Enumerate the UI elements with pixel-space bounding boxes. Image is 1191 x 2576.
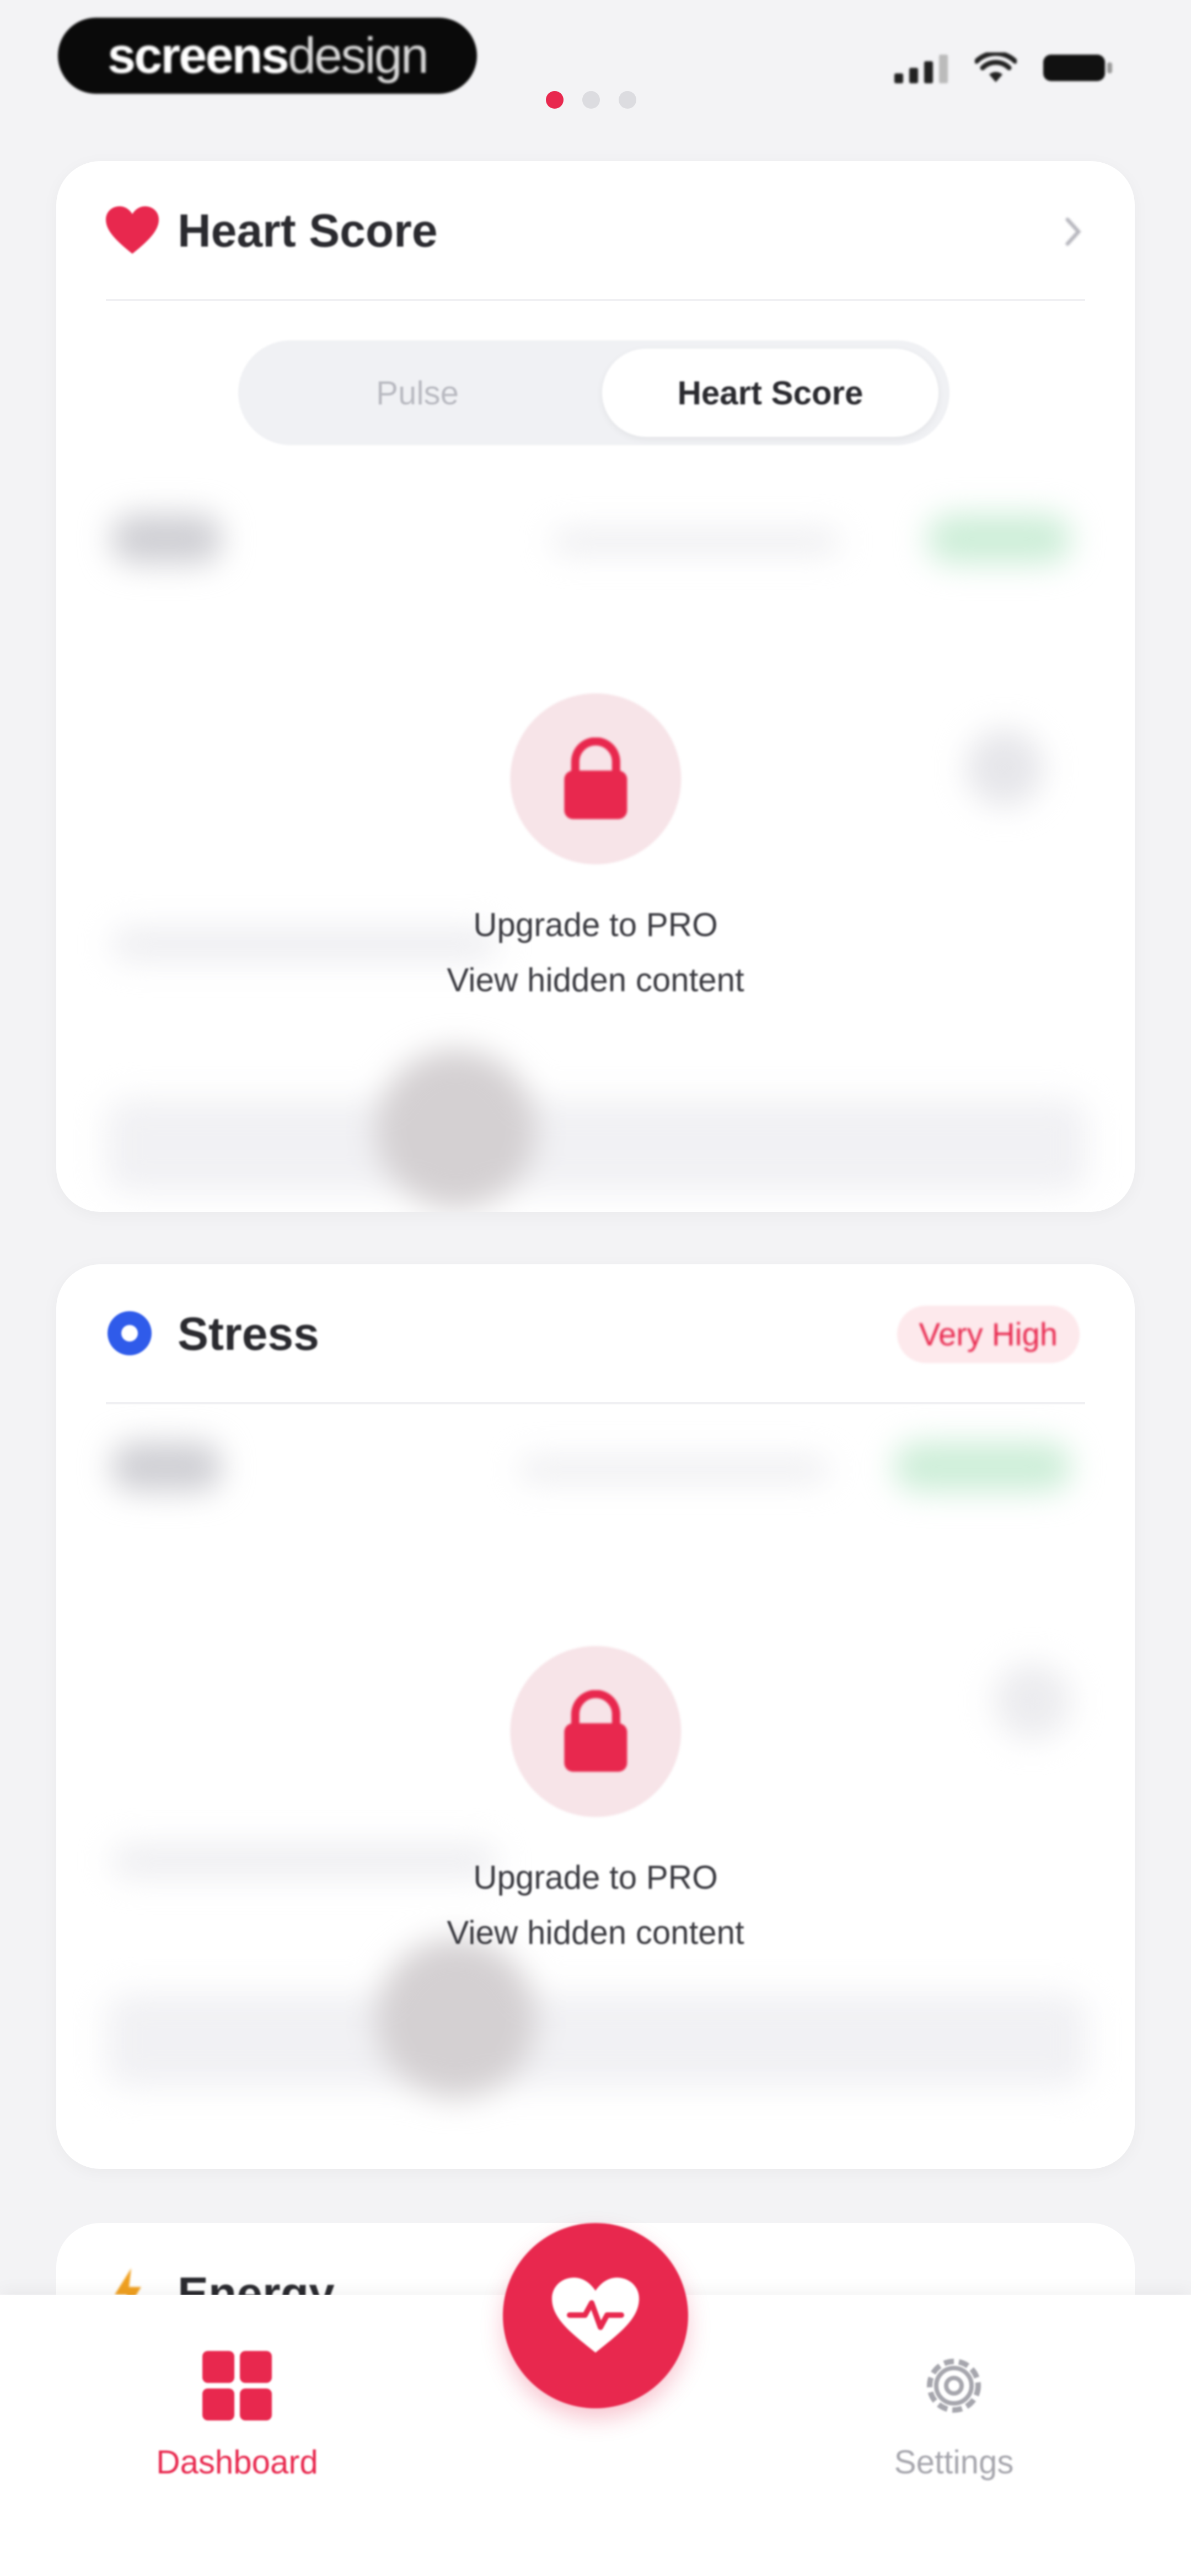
stress-level-badge: Very High <box>897 1306 1080 1363</box>
stress-dot-icon <box>108 1311 152 1355</box>
tab-settings-label: Settings <box>894 2444 1014 2481</box>
segment-heart-score[interactable]: Heart Score <box>602 349 938 437</box>
page-dot-3[interactable] <box>619 91 636 109</box>
gear-icon <box>927 2359 981 2413</box>
heart-score-card: Heart Score Pulse Heart Score Upgrade to… <box>56 161 1135 1212</box>
stress-header[interactable]: Stress Very High <box>56 1264 1135 1408</box>
chevron-right-icon[interactable] <box>1062 215 1084 248</box>
lock-badge <box>509 1646 681 1817</box>
tab-dashboard[interactable]: Dashboard <box>132 2350 342 2481</box>
page-dot-1[interactable] <box>546 91 564 109</box>
tab-dashboard-label: Dashboard <box>156 2444 318 2481</box>
header-divider <box>106 299 1085 301</box>
stress-hidden-content[interactable]: Upgrade to PRO View hidden content <box>56 1409 1135 2169</box>
stress-divider <box>106 1402 1085 1404</box>
lock-badge <box>509 693 681 864</box>
tab-settings[interactable]: Settings <box>849 2350 1059 2481</box>
measure-heart-button[interactable] <box>503 2223 688 2408</box>
status-bar: screens design <box>0 0 1191 165</box>
lock-icon <box>564 737 627 819</box>
upgrade-line-1: Upgrade to PRO <box>473 1859 718 1896</box>
signal-icon <box>894 55 948 83</box>
heart-hidden-content[interactable]: Upgrade to PRO View hidden content <box>56 498 1135 1212</box>
brand-bold: screens <box>108 27 289 84</box>
heart-score-title: Heart Score <box>178 205 438 256</box>
system-icons <box>894 52 1114 83</box>
heart-score-header[interactable]: Heart Score <box>56 161 1135 304</box>
metric-segmented-control: Pulse Heart Score <box>238 340 949 445</box>
lock-icon <box>564 1690 627 1772</box>
segment-pulse[interactable]: Pulse <box>249 349 586 437</box>
brand-watermark: screens design <box>58 18 477 94</box>
heart-icon <box>106 206 159 254</box>
upgrade-line-2: View hidden content <box>447 1914 744 1951</box>
heart-locked-overlay[interactable]: Upgrade to PRO View hidden content <box>447 693 744 1008</box>
page-dot-2[interactable] <box>582 91 600 109</box>
brand-light: design <box>287 27 429 84</box>
upgrade-line-2: View hidden content <box>447 961 744 998</box>
dashboard-grid-icon <box>202 2351 272 2420</box>
page-indicator <box>546 91 636 109</box>
stress-title: Stress <box>178 1308 319 1360</box>
upgrade-message: Upgrade to PRO View hidden content <box>447 897 744 1008</box>
battery-icon <box>1043 55 1112 81</box>
stress-locked-overlay[interactable]: Upgrade to PRO View hidden content <box>447 1646 744 1960</box>
heart-pulse-icon <box>552 2278 639 2353</box>
upgrade-line-1: Upgrade to PRO <box>473 906 718 943</box>
wifi-icon <box>975 52 1017 82</box>
upgrade-message: Upgrade to PRO View hidden content <box>447 1850 744 1960</box>
stress-card: Stress Very High Upgrade to PRO View hid… <box>56 1264 1135 2169</box>
